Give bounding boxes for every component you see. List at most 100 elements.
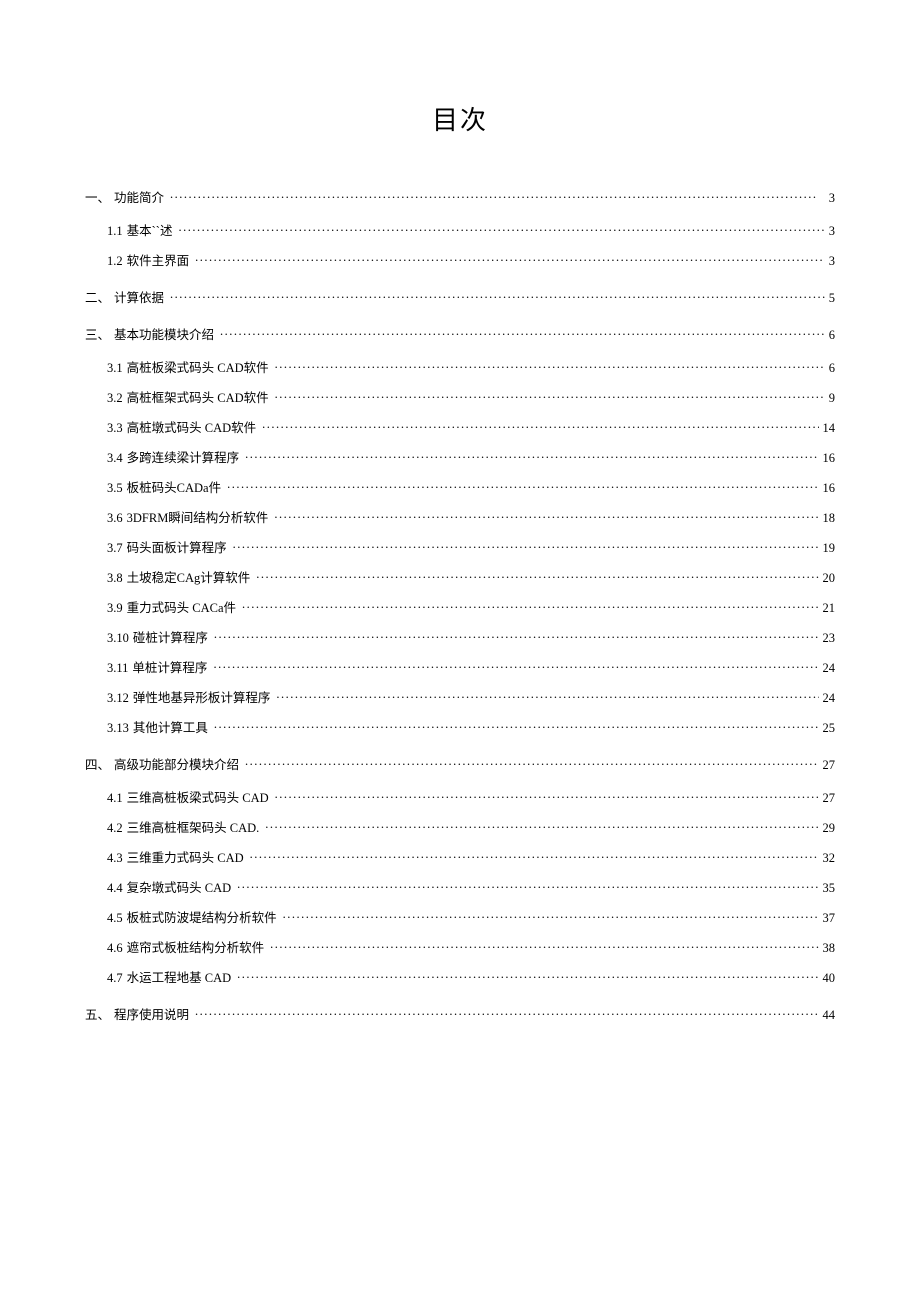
toc-page: 25 [823, 721, 836, 736]
toc-page: 37 [823, 911, 836, 926]
toc-num: 3.2 [107, 391, 123, 406]
toc-item-4-7: 4.7 水运工程地基 CAD 40 [107, 967, 835, 986]
toc-dots [213, 660, 818, 673]
toc-num: 3.12 [107, 691, 129, 706]
toc-num: 3.1 [107, 361, 123, 376]
toc-num: 二、 [85, 287, 110, 306]
toc-dots [220, 327, 825, 340]
toc-text: 软件主界面 [127, 250, 190, 269]
toc-num: 3.11 [107, 661, 128, 676]
toc-page: 24 [823, 691, 836, 706]
toc-text: 板桩式防波堤结构分析软件 [127, 907, 277, 926]
toc-dots [242, 600, 818, 613]
toc-item-3-8: 3.8 土坡稳定CAg计算软件 20 [107, 567, 835, 586]
toc-text: 程序使用说明 [114, 1004, 189, 1023]
toc-num: 3.7 [107, 541, 123, 556]
toc-num: 五、 [85, 1004, 110, 1023]
toc-item-3-4: 3.4 多跨连续梁计算程序 16 [107, 447, 835, 466]
toc-page: 18 [823, 511, 836, 526]
toc-text: 水运工程地基 CAD [127, 967, 232, 986]
toc-item-3-13: 3.13 其他计算工具 25 [107, 717, 835, 736]
toc-page: 24 [823, 661, 836, 676]
toc-text: 三维重力式码头 CAD [127, 847, 244, 866]
toc-item-3-2: 3.2 高桩框架式码头 CAD软件 9 [107, 387, 835, 406]
toc-page: 6 [829, 361, 835, 376]
toc-text: 三维高桩板梁式码头 CAD [127, 787, 269, 806]
toc-text: 板桩码头CADa件 [127, 477, 221, 496]
toc-num: 1.2 [107, 254, 123, 269]
toc-dots [256, 570, 818, 583]
toc-item-4-1: 4.1 三维高桩板梁式码头 CAD 27 [107, 787, 835, 806]
toc-dots [214, 720, 819, 733]
toc-num: 3.5 [107, 481, 123, 496]
toc-dots [245, 450, 818, 463]
toc-text: 高桩框架式码头 CAD软件 [127, 387, 269, 406]
toc-text: 重力式码头 CACa件 [127, 597, 236, 616]
toc-num: 3.8 [107, 571, 123, 586]
toc-item-3-9: 3.9 重力式码头 CACa件 21 [107, 597, 835, 616]
toc-item-3-5: 3.5 板桩码头CADa件 16 [107, 477, 835, 496]
toc-text: 弹性地基异形板计算程序 [133, 687, 271, 706]
toc-text: 单桩计算程序 [132, 657, 207, 676]
toc-num: 四、 [85, 754, 110, 773]
toc-text: 高桩墩式码头 CAD软件 [127, 417, 257, 436]
toc-text: 复杂墩式码头 CAD [127, 877, 232, 896]
toc-item-3-10: 3.10 碰桩计算程序 23 [107, 627, 835, 646]
toc-page: 27 [823, 791, 836, 806]
toc-dots [170, 190, 817, 203]
toc-text: 高桩板梁式码头 CAD软件 [127, 357, 269, 376]
toc-text: 功能简介 [114, 187, 164, 206]
toc-page: 29 [823, 821, 836, 836]
table-of-contents: 一、功能简介 3 1.1 基本``述 3 1.2 软件主界面 3 二、计算依据 … [85, 187, 835, 1023]
toc-dots [245, 757, 818, 770]
toc-page: 32 [823, 851, 836, 866]
toc-page: 38 [823, 941, 836, 956]
toc-page: 40 [823, 971, 836, 986]
toc-page: 5 [829, 291, 835, 306]
toc-dots [178, 223, 824, 236]
toc-dots [214, 630, 819, 643]
toc-text: 三维高桩框架码头 CAD. [127, 817, 260, 836]
toc-page: 35 [823, 881, 836, 896]
toc-page: 21 [823, 601, 836, 616]
toc-page: 3 [821, 191, 835, 206]
toc-item-3-7: 3.7 码头面板计算程序 19 [107, 537, 835, 556]
toc-num: 三、 [85, 324, 110, 343]
toc-item-4-6: 4.6 遮帘式板桩结构分析软件 38 [107, 937, 835, 956]
toc-dots [274, 510, 818, 523]
toc-dots [276, 690, 818, 703]
toc-item-4-4: 4.4 复杂墩式码头 CAD 35 [107, 877, 835, 896]
toc-dots [233, 540, 819, 553]
toc-section-1: 一、功能简介 3 [85, 187, 835, 206]
toc-section-5: 五、程序使用说明 44 [85, 1004, 835, 1023]
toc-dots [275, 390, 825, 403]
page-title: 目次 [85, 100, 835, 137]
toc-text: 3DFRM瞬间结构分析软件 [127, 507, 269, 526]
toc-item-1-1: 1.1 基本``述 3 [107, 220, 835, 239]
toc-num: 4.6 [107, 941, 123, 956]
toc-page: 27 [823, 758, 836, 773]
toc-dots [265, 820, 818, 833]
toc-section-4: 四、高级功能部分模块介绍 27 [85, 754, 835, 773]
toc-page: 9 [829, 391, 835, 406]
toc-page: 44 [823, 1008, 836, 1023]
toc-text: 其他计算工具 [133, 717, 208, 736]
toc-dots [237, 970, 818, 983]
toc-item-3-3: 3.3 高桩墩式码头 CAD软件 14 [107, 417, 835, 436]
toc-item-4-3: 4.3 三维重力式码头 CAD 32 [107, 847, 835, 866]
toc-num: 3.6 [107, 511, 123, 526]
toc-item-4-5: 4.5 板桩式防波堤结构分析软件 37 [107, 907, 835, 926]
toc-dots [283, 910, 819, 923]
toc-dots [270, 940, 818, 953]
toc-text: 码头面板计算程序 [127, 537, 227, 556]
toc-dots [170, 290, 825, 303]
toc-page: 14 [823, 421, 836, 436]
toc-text: 基本``述 [127, 220, 173, 239]
toc-page: 3 [829, 224, 835, 239]
toc-num: 4.5 [107, 911, 123, 926]
toc-num: 3.10 [107, 631, 129, 646]
toc-item-3-1: 3.1 高桩板梁式码头 CAD软件 6 [107, 357, 835, 376]
toc-dots [227, 480, 818, 493]
toc-text: 计算依据 [114, 287, 164, 306]
toc-page: 16 [823, 481, 836, 496]
